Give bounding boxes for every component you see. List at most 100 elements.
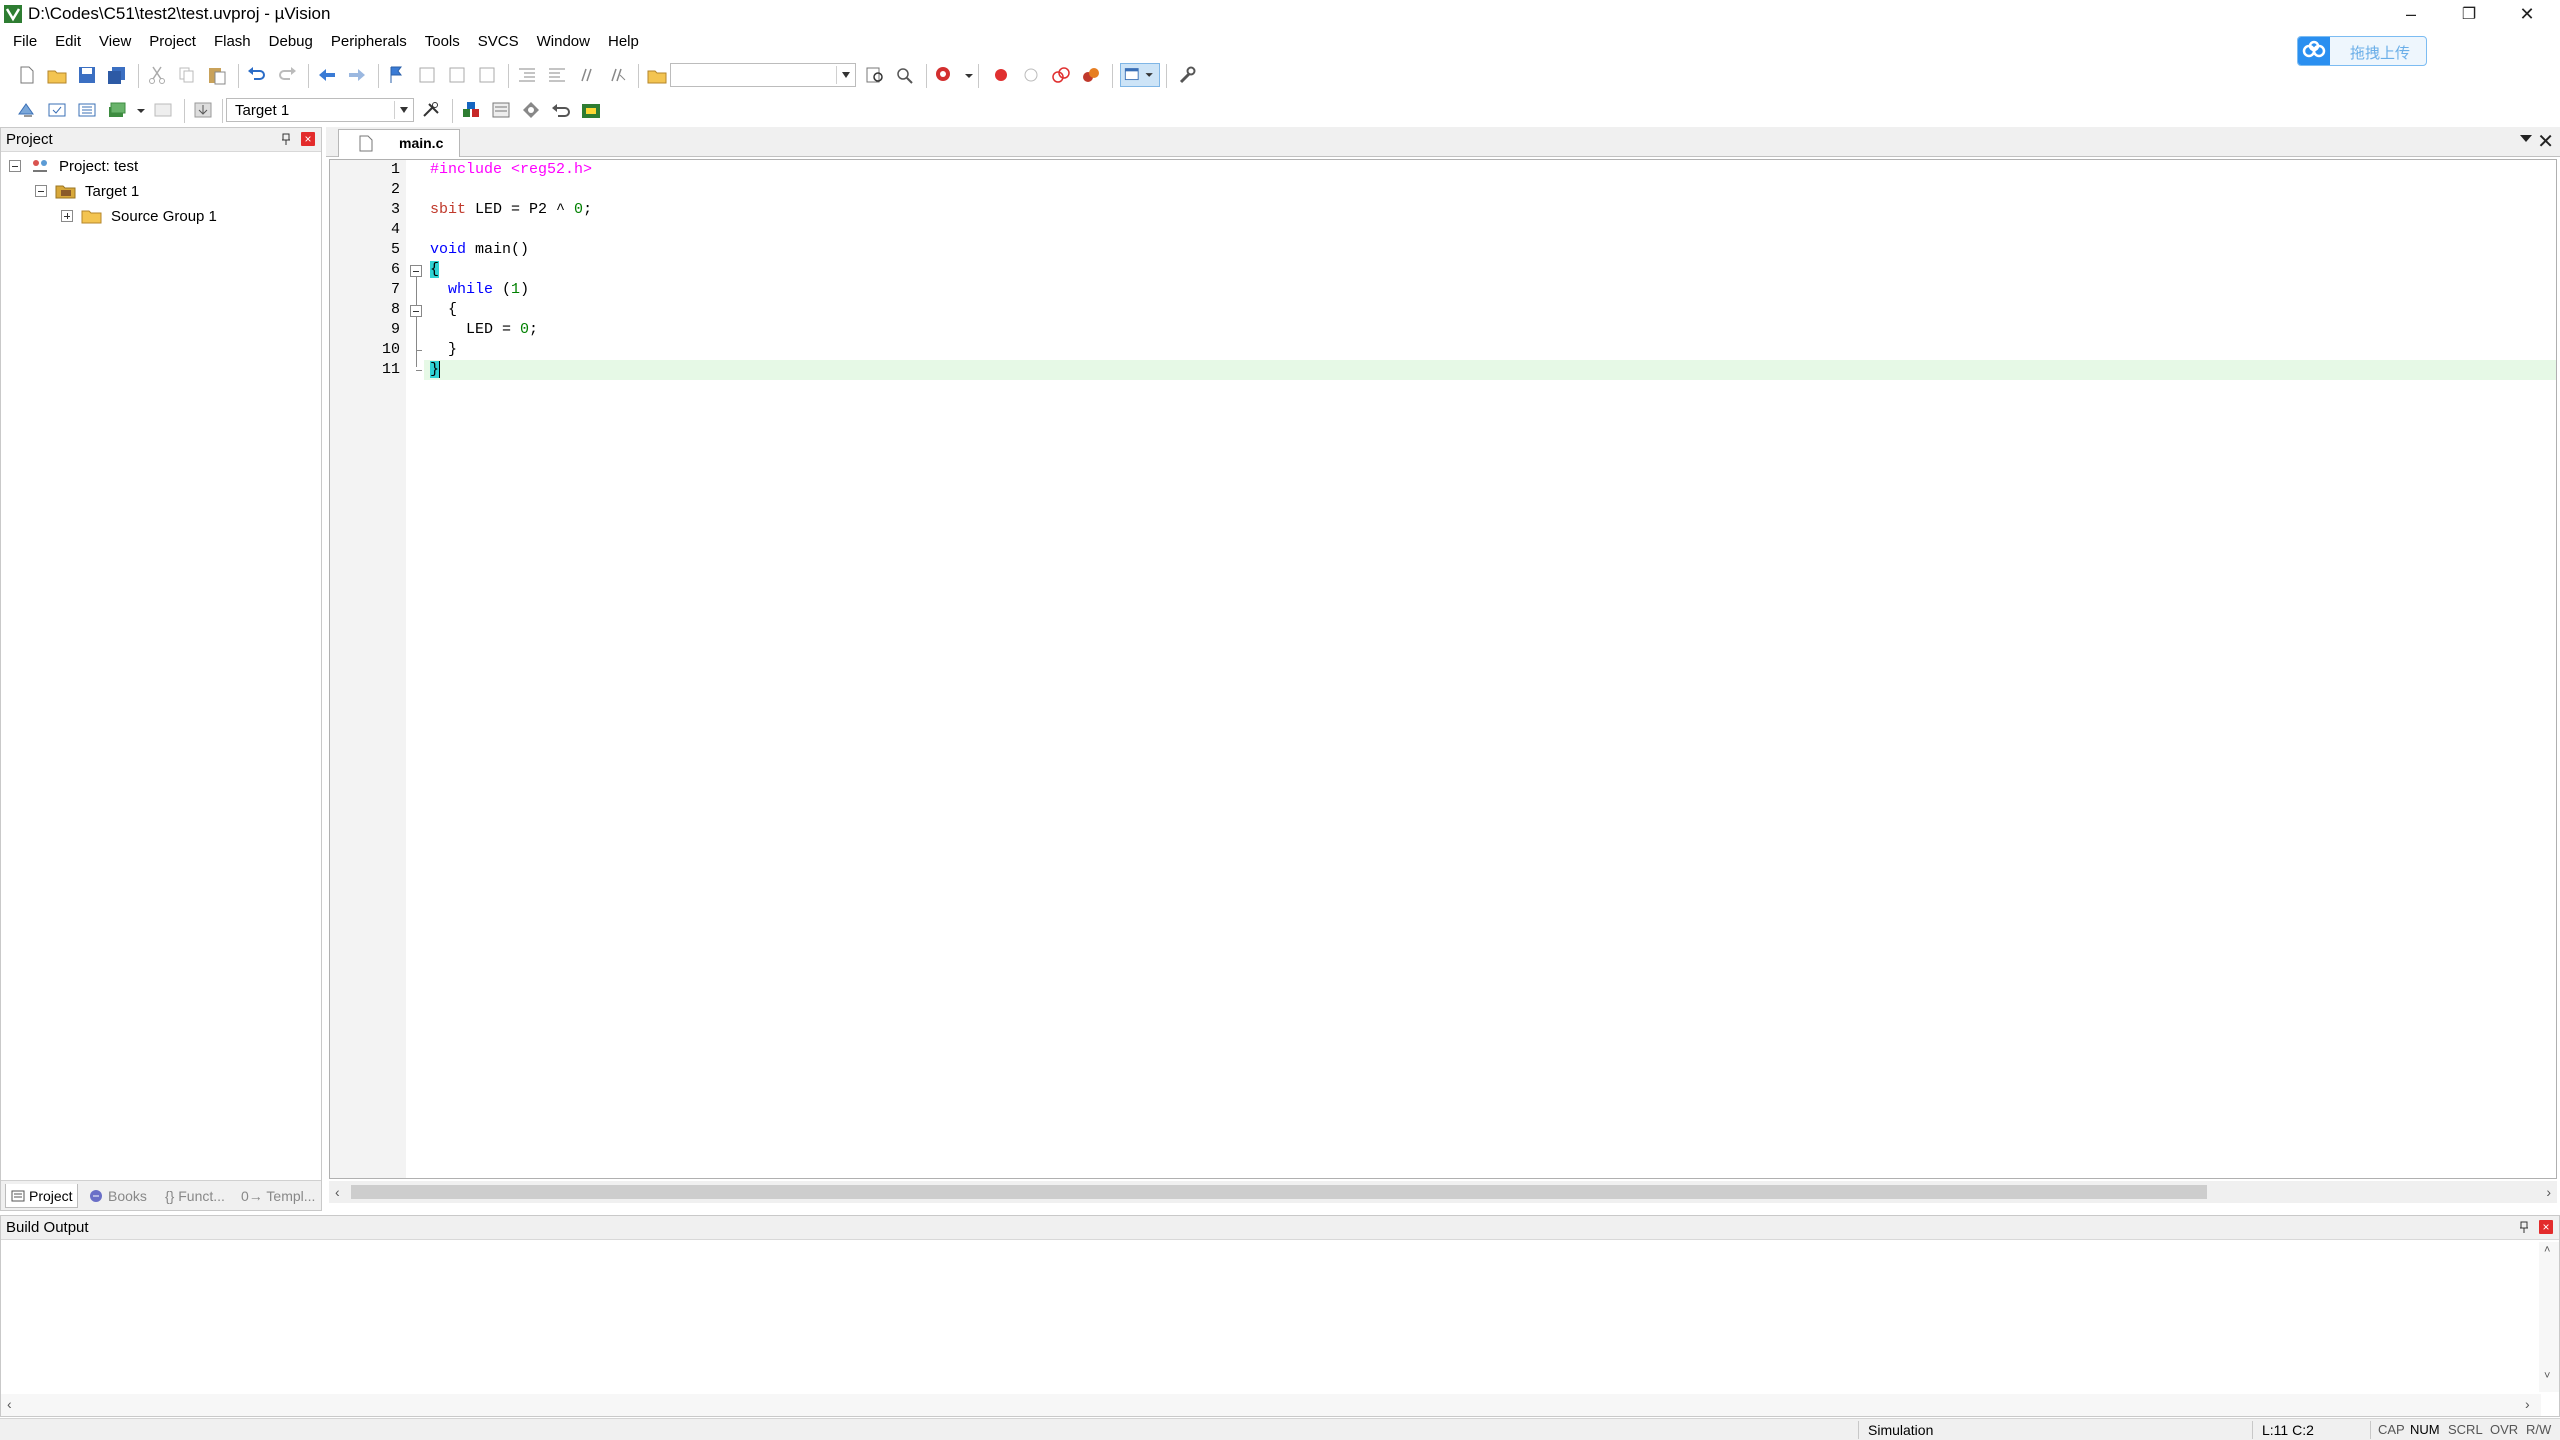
download-icon[interactable] <box>192 100 214 120</box>
redo-icon[interactable] <box>276 65 298 85</box>
translate-icon[interactable] <box>16 100 38 120</box>
copy-icon[interactable] <box>176 65 198 85</box>
build-output-horizontal-scrollbar[interactable]: ‹ › <box>1 1394 2541 1416</box>
scroll-down-icon[interactable]: ˅ <box>2544 1370 2550 1382</box>
menu-edit[interactable]: Edit <box>46 30 90 54</box>
line-number: 2 <box>390 181 400 198</box>
comment-icon[interactable] <box>576 65 598 85</box>
fold-guide-line <box>416 277 417 367</box>
chevron-down-icon[interactable] <box>2520 135 2532 148</box>
bookmark-next-icon[interactable] <box>446 65 468 85</box>
tab-main-c-label: main.c <box>399 135 444 151</box>
navigate-forward-icon[interactable] <box>346 65 368 85</box>
menu-view[interactable]: View <box>90 30 140 54</box>
open-file-icon[interactable] <box>46 65 68 85</box>
menu-project[interactable]: Project <box>140 30 205 54</box>
tree-item-target[interactable]: Target 1 <box>35 179 139 203</box>
pin-icon[interactable] <box>279 132 293 146</box>
manage-project-items-icon[interactable] <box>460 100 482 120</box>
close-icon[interactable]: × <box>301 132 315 146</box>
chevron-down-icon[interactable] <box>394 101 412 119</box>
incremental-find-icon[interactable] <box>894 65 916 85</box>
fold-collapse-icon[interactable] <box>410 305 422 317</box>
stop-build-icon[interactable] <box>152 100 174 120</box>
target-select[interactable]: Target 1 <box>226 98 414 122</box>
build-output-text[interactable] <box>1 1242 2541 1392</box>
scroll-thumb[interactable] <box>351 1185 2207 1199</box>
tab-books[interactable]: Books <box>87 1184 147 1208</box>
tree-item-source-group[interactable]: Source Group 1 <box>61 204 217 228</box>
scroll-right-icon[interactable]: › <box>2525 1396 2530 1412</box>
configure-icon[interactable] <box>1176 65 1198 85</box>
uncomment-icon[interactable] <box>606 65 628 85</box>
restore-button[interactable]: ❐ <box>2440 0 2498 28</box>
kill-breakpoints-icon[interactable] <box>1080 65 1102 85</box>
menu-debug[interactable]: Debug <box>260 30 322 54</box>
debug-session-icon[interactable] <box>934 65 956 85</box>
minimize-button[interactable]: – <box>2382 0 2440 28</box>
code-line: } <box>430 360 441 380</box>
code-editor[interactable]: 1 2 3 4 5 6 7 8 9 10 11 #include <reg52.h> sbit LED… <box>329 159 2557 1179</box>
menu-file[interactable]: File <box>4 30 46 54</box>
save-all-icon[interactable] <box>106 65 128 85</box>
indent-icon[interactable] <box>516 65 538 85</box>
tree-label-project: Project: test <box>59 157 139 175</box>
pin-icon[interactable] <box>2517 1220 2531 1234</box>
line-number: 8 <box>390 301 400 318</box>
debug-dropdown-icon[interactable] <box>958 65 973 85</box>
select-packs-icon[interactable] <box>490 100 512 120</box>
enable-breakpoint-icon[interactable] <box>1020 65 1042 85</box>
navigate-back-icon[interactable] <box>316 65 338 85</box>
chevron-down-icon[interactable] <box>836 66 854 84</box>
tab-functions[interactable]: {} Funct... <box>165 1184 225 1208</box>
close-icon[interactable]: ✕ <box>2537 129 2554 154</box>
status-cap: CAP <box>2378 1422 2405 1437</box>
scroll-left-icon[interactable]: ‹ <box>335 1184 340 1200</box>
disable-breakpoints-icon[interactable] <box>1050 65 1072 85</box>
editor-horizontal-scrollbar[interactable]: ‹ › <box>329 1181 2557 1203</box>
tab-templates[interactable]: 0→ Templ... <box>241 1184 315 1208</box>
unindent-icon[interactable] <box>546 65 568 85</box>
code-token: } <box>430 341 458 358</box>
pack-installer-back-icon[interactable] <box>550 100 572 120</box>
tab-project[interactable]: Project <box>5 1184 78 1208</box>
batch-build-icon[interactable] <box>106 100 128 120</box>
new-file-icon[interactable] <box>16 65 38 85</box>
find-icon[interactable] <box>864 65 886 85</box>
scroll-up-icon[interactable]: ˄ <box>2544 1244 2550 1256</box>
pack-installer-icon[interactable] <box>580 100 602 120</box>
bookmark-toggle-icon[interactable] <box>386 65 408 85</box>
scroll-left-icon[interactable]: ‹ <box>7 1396 12 1412</box>
tree-item-project[interactable]: Project: test <box>9 154 138 178</box>
bookmark-clear-icon[interactable] <box>476 65 498 85</box>
find-in-files-icon[interactable] <box>646 65 668 85</box>
scroll-right-icon[interactable]: › <box>2546 1184 2551 1200</box>
menu-window[interactable]: Window <box>528 30 599 54</box>
menu-help[interactable]: Help <box>599 30 648 54</box>
close-icon[interactable]: × <box>2539 1220 2553 1234</box>
rebuild-icon[interactable] <box>76 100 98 120</box>
collapse-icon[interactable] <box>35 185 47 197</box>
save-icon[interactable] <box>76 65 98 85</box>
cut-icon[interactable] <box>146 65 168 85</box>
tab-main-c[interactable]: main.c <box>338 129 460 157</box>
find-combo[interactable] <box>670 63 856 87</box>
manage-rte-icon[interactable] <box>520 100 542 120</box>
insert-breakpoint-icon[interactable] <box>990 65 1012 85</box>
window-layout-button[interactable] <box>1120 63 1160 87</box>
fold-collapse-icon[interactable] <box>410 265 422 277</box>
bookmark-prev-icon[interactable] <box>416 65 438 85</box>
build-icon[interactable] <box>46 100 68 120</box>
expand-icon[interactable] <box>61 210 73 222</box>
undo-icon[interactable] <box>246 65 268 85</box>
target-options-icon[interactable] <box>420 100 442 120</box>
collapse-icon[interactable] <box>9 160 21 172</box>
menu-tools[interactable]: Tools <box>416 30 469 54</box>
menu-peripherals[interactable]: Peripherals <box>322 30 416 54</box>
menu-svcs[interactable]: SVCS <box>469 30 528 54</box>
paste-icon[interactable] <box>206 65 228 85</box>
build-output-vertical-scrollbar[interactable]: ˄ ˅ <box>2539 1242 2559 1392</box>
close-button[interactable]: ✕ <box>2498 0 2556 28</box>
batch-dropdown-icon[interactable] <box>130 100 145 120</box>
menu-flash[interactable]: Flash <box>205 30 260 54</box>
